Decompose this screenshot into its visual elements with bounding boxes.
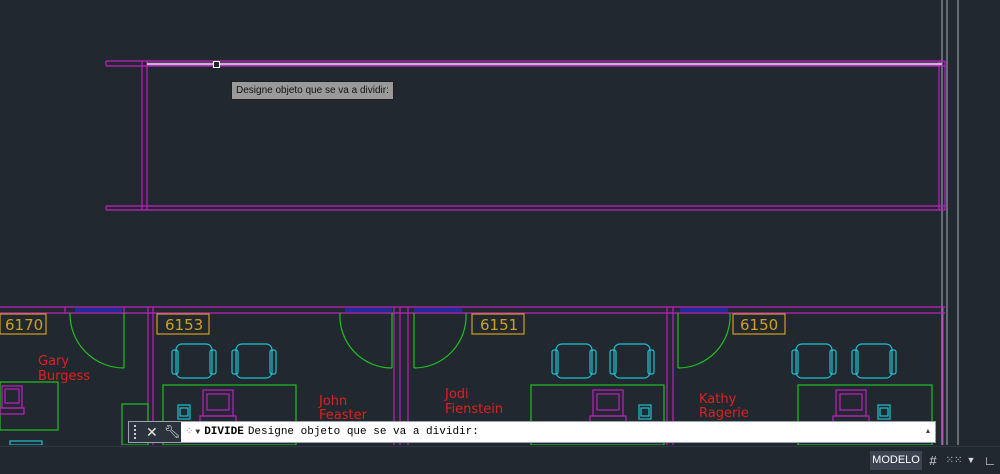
snap-icon[interactable]: ⁙⁙ (945, 451, 963, 470)
ortho-icon[interactable]: ∟ (982, 451, 998, 470)
command-prompt[interactable]: ⁘ ▼ DIVIDE Designe objeto que se va a di… (185, 422, 479, 442)
occupant-first-name: Gary (38, 354, 69, 369)
chevron-down-icon[interactable]: ▼ (195, 428, 200, 437)
occupant-first-name: John (318, 394, 347, 409)
recent-commands-icon[interactable]: ⁘ (185, 426, 193, 438)
occupant-last-name: Fienstein (445, 402, 503, 417)
chair[interactable] (171, 343, 897, 379)
room-tag[interactable]: 6151 (471, 313, 525, 335)
window[interactable] (75, 308, 728, 312)
history-scroll-icon[interactable]: ▲ (923, 422, 933, 442)
tooltip-text: Designe objeto que se va a dividir: (236, 85, 389, 96)
grid-icon[interactable]: # (925, 451, 941, 470)
command-line[interactable]: ✕ 🔧︎ ⁘ ▼ DIVIDE Designe objeto que se va… (128, 421, 936, 443)
occupant-last-name: Ragerie (699, 406, 749, 421)
close-icon[interactable]: ✕ (146, 424, 158, 441)
command-prompt-text: Designe objeto que se va a dividir: (247, 426, 479, 438)
occupant-last-name: Burgess (38, 369, 90, 384)
occupant-first-name: Jodi (444, 387, 469, 402)
chevron-down-icon[interactable]: ▼ (964, 451, 978, 470)
room-tag[interactable]: 6150 (732, 313, 786, 335)
wrench-icon[interactable]: 🔧︎ (164, 424, 181, 440)
room-number: 6170 (5, 316, 43, 334)
room-number: 6151 (480, 316, 518, 334)
occupant-first-name: Kathy (699, 392, 737, 407)
command-line-controls: ✕ 🔧︎ (129, 422, 181, 442)
room-number: 6153 (165, 316, 203, 334)
drawing-canvas[interactable]: 6170 6153 6151 6150 Gary Burgess John Fe… (0, 0, 1000, 445)
selection-grip[interactable] (213, 61, 220, 68)
drag-handle-icon[interactable] (134, 425, 140, 439)
dynamic-input-tooltip: Designe objeto que se va a dividir: (231, 81, 394, 100)
room-tag[interactable]: 6153 (156, 313, 210, 335)
status-bar: MODELO # ⁙⁙ ▼ ∟ (0, 446, 1000, 474)
command-name: DIVIDE (204, 426, 244, 438)
model-space-button[interactable]: MODELO (870, 451, 922, 470)
modelspace-viewport[interactable]: 6170 6153 6151 6150 Gary Burgess John Fe… (0, 0, 1000, 474)
room-tag[interactable]: 6170 (0, 313, 47, 335)
room-number: 6150 (740, 316, 778, 334)
